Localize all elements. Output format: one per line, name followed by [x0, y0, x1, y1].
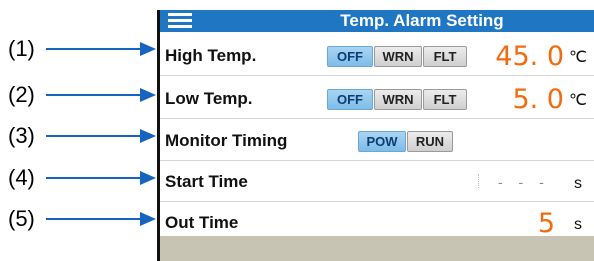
- callout-number: (5): [8, 206, 35, 231]
- monitor-timing-label: Monitor Timing: [165, 131, 288, 150]
- start-time-value[interactable]: - - -: [498, 162, 550, 202]
- row-start-time: Start Time - - - s: [160, 162, 594, 202]
- start-time-label: Start Time: [165, 172, 248, 191]
- callout-number: (4): [8, 165, 35, 190]
- low-temp-off-button[interactable]: OFF: [327, 89, 373, 110]
- low-temp-flt-button[interactable]: FLT: [423, 89, 467, 110]
- high-temp-wrn-button[interactable]: WRN: [374, 46, 422, 67]
- hamburger-menu-icon[interactable]: [168, 13, 192, 29]
- arrow-right-icon: [46, 129, 156, 143]
- low-temp-value[interactable]: 5. 0: [478, 79, 564, 119]
- arrow-right-icon: [46, 42, 156, 56]
- page-title: Temp. Alarm Setting: [340, 11, 504, 30]
- low-temp-unit: ℃: [569, 92, 587, 109]
- callout-2: (2): [8, 83, 156, 107]
- low-temp-label: Low Temp.: [165, 89, 253, 108]
- row-monitor-timing: Monitor Timing POW RUN: [160, 121, 594, 161]
- low-temp-wrn-button[interactable]: WRN: [374, 89, 422, 110]
- temp-alarm-screen: Temp. Alarm Setting High Temp. OFF WRN F…: [157, 10, 594, 261]
- callout-1: (1): [8, 37, 156, 61]
- start-time-unit: s: [574, 175, 582, 192]
- high-temp-off-button[interactable]: OFF: [327, 46, 373, 67]
- callout-number: (3): [8, 123, 35, 148]
- high-temp-label: High Temp.: [165, 46, 257, 65]
- arrow-right-icon: [46, 212, 156, 226]
- arrow-right-icon: [46, 88, 156, 102]
- title-bar: Temp. Alarm Setting: [160, 10, 594, 32]
- row-high-temp: High Temp. OFF WRN FLT 45. 0 ℃: [160, 36, 594, 76]
- arrow-right-icon: [46, 171, 156, 185]
- callout-5: (5): [8, 207, 156, 231]
- callout-number: (1): [8, 36, 35, 61]
- field-divider: [478, 174, 479, 188]
- callout-3: (3): [8, 124, 156, 148]
- callout-number: (2): [8, 82, 35, 107]
- footer-bar: [160, 236, 594, 261]
- row-low-temp: Low Temp. OFF WRN FLT 5. 0 ℃: [160, 79, 594, 119]
- callout-4: (4): [8, 166, 156, 190]
- high-temp-unit: ℃: [569, 49, 587, 66]
- high-temp-flt-button[interactable]: FLT: [423, 46, 467, 67]
- monitor-timing-pow-button[interactable]: POW: [358, 131, 406, 152]
- high-temp-value[interactable]: 45. 0: [478, 36, 564, 76]
- monitor-timing-run-button[interactable]: RUN: [407, 131, 453, 152]
